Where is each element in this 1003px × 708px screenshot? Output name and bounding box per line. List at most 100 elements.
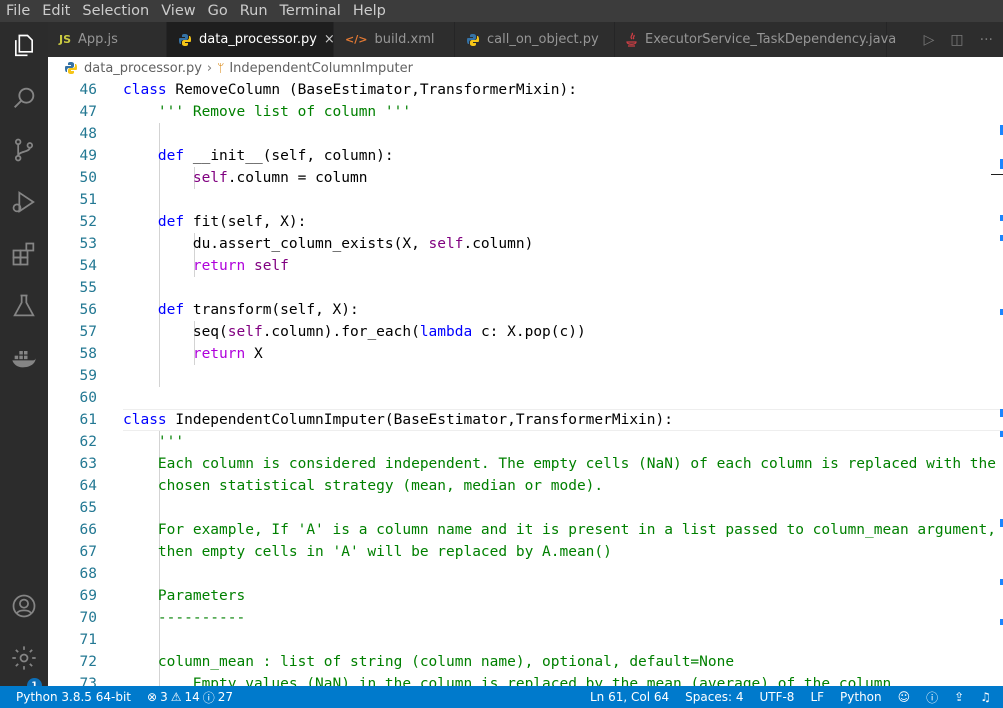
line-number: 73: [79, 676, 97, 686]
line-number: 65: [79, 500, 97, 516]
breadcrumb-symbol[interactable]: IndependentColumnImputer: [229, 61, 413, 76]
code-line: 50 self.column = column: [48, 167, 1003, 189]
source-control-icon[interactable]: [8, 134, 40, 166]
line-number: 68: [79, 566, 97, 582]
docker-icon[interactable]: [8, 342, 40, 374]
line-number: 51: [79, 192, 97, 208]
testing-flask-icon[interactable]: [8, 290, 40, 322]
code-line: 55: [48, 277, 1003, 299]
code-line: 60: [48, 387, 1003, 409]
problems-summary[interactable]: ⊗ 3 ⚠ 14 ⓘ 27: [139, 689, 241, 706]
class-symbol-icon: ᛘ: [217, 61, 225, 75]
line-number: 53: [79, 236, 97, 252]
menu-file[interactable]: File: [0, 0, 36, 22]
line-number: 60: [79, 390, 97, 406]
line-number: 67: [79, 544, 97, 560]
js-icon: JS: [59, 33, 72, 46]
notifications-bell-icon[interactable]: ♫: [972, 690, 1003, 704]
code-line: 51: [48, 189, 1003, 211]
line-number: 46: [79, 82, 97, 98]
line-number: 58: [79, 346, 97, 362]
menu-go[interactable]: Go: [202, 0, 234, 22]
code-text: seq(self.column).for_each(lambda c: X.po…: [123, 324, 586, 340]
tab-call-on-object-py[interactable]: call_on_object.py: [455, 22, 615, 57]
extensions-icon[interactable]: [8, 238, 40, 270]
code-line: 67 then empty cells in 'A' will be repla…: [48, 541, 1003, 563]
code-line: 54 return self: [48, 255, 1003, 277]
explorer-icon[interactable]: [8, 30, 40, 62]
code-text: class IndependentColumnImputer(BaseEstim…: [123, 412, 673, 428]
menu-edit[interactable]: Edit: [36, 0, 76, 22]
code-text: self.column = column: [192, 170, 368, 186]
more-actions-icon[interactable]: ···: [980, 32, 993, 48]
code-text: du.assert_column_exists(X, self.column): [123, 236, 534, 252]
menu-run[interactable]: Run: [234, 0, 274, 22]
line-number: 61: [79, 412, 97, 428]
code-text: def fit(self, X):: [157, 214, 307, 230]
code-text: def __init__(self, column):: [157, 148, 394, 164]
info-circle-icon[interactable]: ⓘ: [918, 689, 946, 706]
code-line: 57 seq(self.column).for_each(lambda c: X…: [48, 321, 1003, 343]
info-count: 27: [217, 690, 234, 704]
code-line: 56 def transform(self, X):: [48, 299, 1003, 321]
tab-label: data_processor.py: [199, 32, 317, 47]
error-count: 3: [160, 690, 168, 704]
line-number: 57: [79, 324, 97, 340]
code-line: 47 ''' Remove list of column ''': [48, 101, 1003, 123]
tab-data-processor-py[interactable]: data_processor.py ×: [167, 22, 335, 57]
code-text: then empty cells in 'A' will be replaced…: [157, 544, 612, 560]
tab-label: ExecutorService_TaskDependency.java: [645, 32, 897, 47]
code-text: def transform(self, X):: [157, 302, 359, 318]
account-icon[interactable]: [8, 590, 40, 622]
menu-terminal[interactable]: Terminal: [274, 0, 347, 22]
indentation[interactable]: Spaces: 4: [677, 690, 751, 704]
encoding[interactable]: UTF-8: [751, 690, 802, 704]
line-number: 52: [79, 214, 97, 230]
menu-bar: File Edit Selection View Go Run Terminal…: [0, 0, 1003, 22]
code-text: chosen statistical strategy (mean, media…: [157, 478, 604, 494]
tab-app-js[interactable]: JS App.js: [48, 22, 167, 57]
menu-help[interactable]: Help: [347, 0, 392, 22]
code-line: 58 return X: [48, 343, 1003, 365]
feedback-icon[interactable]: ☺: [890, 690, 919, 704]
menu-view[interactable]: View: [155, 0, 201, 22]
code-text: Empty values (NaN) in the column is repl…: [192, 676, 892, 686]
tab-executorservice-java[interactable]: ExecutorService_TaskDependency.java: [615, 22, 896, 57]
search-icon[interactable]: [8, 82, 40, 114]
code-line: 46 class RemoveColumn (BaseEstimator,Tran…: [48, 79, 1003, 101]
tab-build-xml[interactable]: </> build.xml: [334, 22, 455, 57]
settings-gear-icon[interactable]: [8, 642, 40, 674]
code-text: ----------: [157, 610, 246, 626]
cursor-position[interactable]: Ln 61, Col 64: [582, 690, 677, 704]
warning-icon: ⚠: [170, 690, 182, 704]
code-line: 62 ''': [48, 431, 1003, 453]
code-text: ''' Remove list of column ''': [157, 104, 412, 120]
split-editor-icon[interactable]: ◫: [950, 32, 963, 48]
run-debug-icon[interactable]: [8, 186, 40, 218]
code-line: 64 chosen statistical strategy (mean, me…: [48, 475, 1003, 497]
end-of-line[interactable]: LF: [802, 690, 832, 704]
code-line: 73 Empty values (NaN) in the column is r…: [48, 673, 1003, 686]
line-number: 64: [79, 478, 97, 494]
code-text: ''': [157, 434, 185, 450]
python-interpreter[interactable]: Python 3.8.5 64-bit: [0, 690, 139, 704]
python-icon: [178, 33, 192, 47]
line-number: 69: [79, 588, 97, 604]
line-number: 47: [79, 104, 97, 120]
breadcrumb-file[interactable]: data_processor.py: [84, 61, 202, 76]
code-line: 69 Parameters: [48, 585, 1003, 607]
language-mode[interactable]: Python: [832, 690, 890, 704]
code-text: return X: [192, 346, 263, 362]
run-icon[interactable]: ▷: [924, 32, 935, 48]
code-line: 59: [48, 365, 1003, 387]
code-editor[interactable]: 46 class RemoveColumn (BaseEstimator,Tran…: [48, 79, 1003, 686]
code-line: 66 For example, If 'A' is a column name …: [48, 519, 1003, 541]
line-number: 72: [79, 654, 97, 670]
activity-bar: 1: [0, 22, 48, 693]
live-share-icon[interactable]: ⇪: [946, 690, 972, 704]
line-number: 50: [79, 170, 97, 186]
menu-selection[interactable]: Selection: [76, 0, 155, 22]
status-right: Ln 61, Col 64 Spaces: 4 UTF-8 LF Python …: [582, 689, 1003, 706]
xml-icon: </>: [345, 33, 368, 46]
line-number: 54: [79, 258, 97, 274]
